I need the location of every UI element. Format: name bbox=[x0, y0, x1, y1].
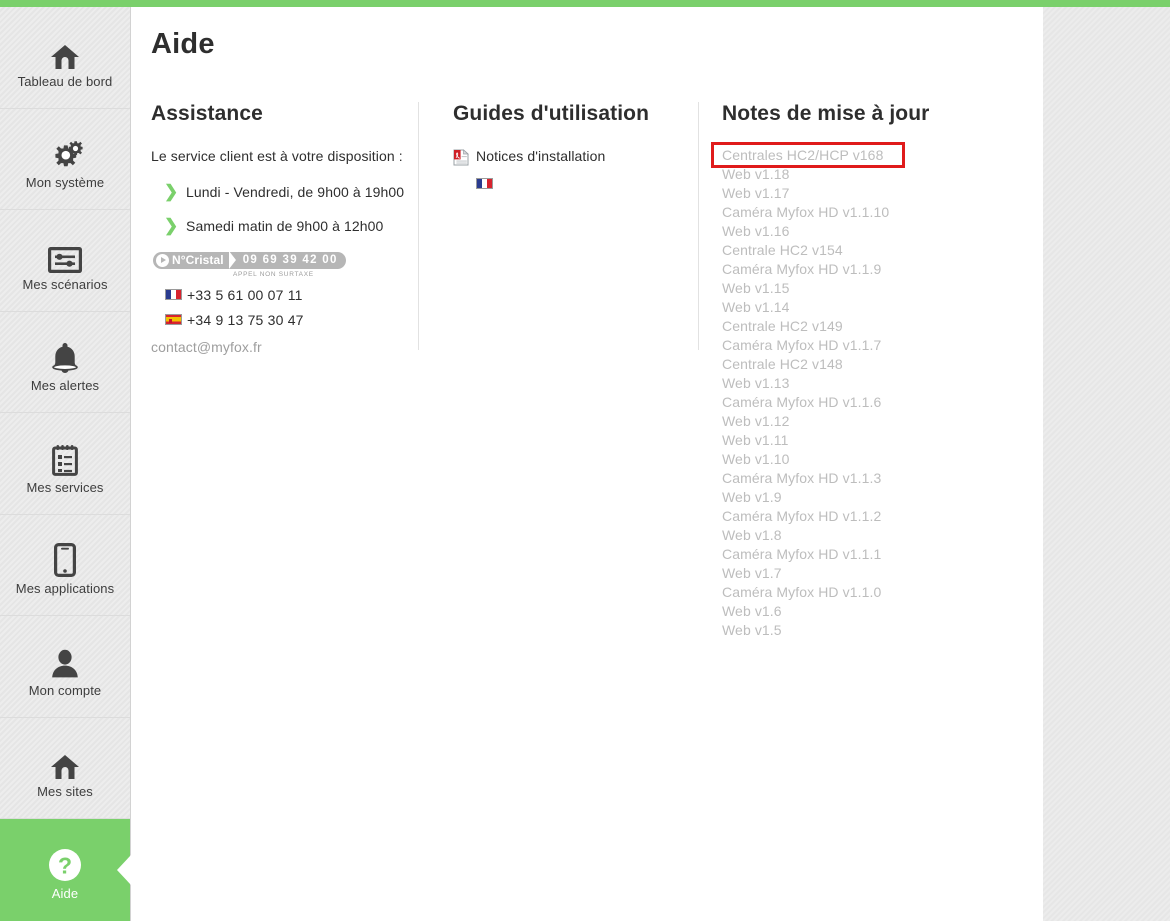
release-note-link[interactable]: Caméra Myfox HD v1.1.0 bbox=[711, 583, 1011, 602]
release-note-link[interactable]: Web v1.18 bbox=[711, 165, 1011, 184]
smartphone-icon bbox=[54, 533, 76, 578]
release-note-link[interactable]: Web v1.8 bbox=[711, 526, 1011, 545]
release-note-link[interactable]: Centrales HC2/HCP v168 bbox=[711, 146, 1011, 165]
svg-text:?: ? bbox=[58, 853, 72, 879]
home-icon bbox=[50, 26, 80, 70]
assistance-phone-number: +34 9 13 75 30 47 bbox=[187, 311, 304, 328]
release-note-link[interactable]: Caméra Myfox HD v1.1.10 bbox=[711, 203, 1011, 222]
release-note-link[interactable]: Web v1.12 bbox=[711, 412, 1011, 431]
sidebar-item-label: Mes sites bbox=[37, 784, 93, 800]
sidebar-item-mes-applications[interactable]: Mes applications bbox=[0, 515, 130, 616]
sidebar-item-mon-compte[interactable]: Mon compte bbox=[0, 616, 130, 718]
release-notes-list: Centrales HC2/HCP v168 Web v1.18 Web v1.17… bbox=[711, 142, 1011, 640]
top-accent-bar bbox=[0, 0, 1170, 7]
assistance-hours-list: ❯ Lundi - Vendredi, de 9h00 à 19h00 ❯ Samed… bbox=[151, 182, 411, 236]
cristal-separator bbox=[228, 251, 236, 269]
gears-icon bbox=[47, 127, 83, 171]
release-note-link[interactable]: Caméra Myfox HD v1.1.6 bbox=[711, 393, 1011, 412]
cristal-note: APPEL NON SURTAXE bbox=[233, 270, 314, 278]
sidebar-item-label: Mon système bbox=[25, 175, 105, 191]
release-note-link[interactable]: Web v1.11 bbox=[711, 431, 1011, 450]
sidebar-item-mes-alertes[interactable]: Mes alertes bbox=[0, 312, 130, 413]
main-sidebar: Tableau de bord Mon système Mes scénarios M… bbox=[0, 7, 131, 921]
guide-item[interactable]: Notices d'installation bbox=[453, 148, 723, 171]
sidebar-item-tableau-de-bord[interactable]: Tableau de bord bbox=[0, 7, 130, 109]
cristal-name: N°Cristal bbox=[172, 253, 224, 267]
release-note-link[interactable]: Web v1.14 bbox=[711, 298, 1011, 317]
release-note-link[interactable]: Caméra Myfox HD v1.1.9 bbox=[711, 260, 1011, 279]
release-note-link[interactable]: Web v1.10 bbox=[711, 450, 1011, 469]
flag-es-icon bbox=[165, 314, 182, 325]
assistance-hours-row: ❯ Lundi - Vendredi, de 9h00 à 19h00 bbox=[151, 182, 411, 202]
release-note-link[interactable]: Centrale HC2 v149 bbox=[711, 317, 1011, 336]
cristal-number: 09 69 39 42 00 bbox=[242, 254, 338, 266]
pdf-icon bbox=[453, 148, 476, 171]
assistance-heading: Assistance bbox=[151, 102, 263, 125]
assistance-phone-number: +33 5 61 00 07 11 bbox=[187, 286, 303, 303]
assistance-intro: Le service client est à votre dispositio… bbox=[151, 148, 403, 164]
sidebar-item-label: Mes services bbox=[26, 479, 104, 495]
sidebar-item-mes-sc-narios[interactable]: Mes scénarios bbox=[0, 210, 130, 312]
content-panel: Aide Assistance Le service client est à … bbox=[131, 7, 1043, 921]
chevron-right-icon: ❯ bbox=[164, 182, 179, 201]
question-icon: ? bbox=[48, 838, 82, 882]
bell-icon bbox=[51, 330, 79, 374]
active-pointer-notch bbox=[117, 854, 131, 885]
release-note-link[interactable]: Caméra Myfox HD v1.1.1 bbox=[711, 545, 1011, 564]
release-note-link[interactable]: Caméra Myfox HD v1.1.7 bbox=[711, 336, 1011, 355]
release-note-link[interactable]: Web v1.9 bbox=[711, 488, 1011, 507]
sidebar-item-mes-services[interactable]: Mes services bbox=[0, 413, 130, 515]
cristal-badge: N°Cristal 09 69 39 42 00 bbox=[153, 251, 346, 269]
sidebar-item-label: Aide bbox=[51, 886, 79, 902]
sliders-icon bbox=[48, 229, 82, 273]
assistance-phone-row: +34 9 13 75 30 47 bbox=[151, 312, 411, 328]
assistance-section: Assistance Le service client est à votre… bbox=[151, 102, 411, 355]
sidebar-item-aide[interactable]: ? Aide bbox=[0, 819, 131, 921]
release-notes-heading: Notes de mise à jour bbox=[722, 102, 930, 125]
assistance-hours-text: Lundi - Vendredi, de 9h00 à 19h00 bbox=[186, 184, 405, 200]
home-icon bbox=[50, 736, 80, 780]
user-icon bbox=[51, 635, 79, 679]
guide-item-label: Notices d'installation bbox=[476, 148, 606, 164]
sidebar-item-label: Mes applications bbox=[15, 581, 115, 597]
guide-language-flag-fr[interactable] bbox=[476, 176, 723, 194]
guides-heading: Guides d'utilisation bbox=[453, 102, 650, 125]
release-note-link[interactable]: Web v1.7 bbox=[711, 564, 1011, 583]
release-note-link[interactable]: Web v1.17 bbox=[711, 184, 1011, 203]
release-notes-section: Notes de mise à jour Centrales HC2/HCP v… bbox=[711, 102, 1011, 640]
play-icon bbox=[156, 253, 169, 267]
assistance-phone-list: +33 5 61 00 07 11 +34 9 13 75 30 47 bbox=[151, 287, 411, 328]
sidebar-item-label: Mes alertes bbox=[30, 378, 100, 394]
assistance-hours-text: Samedi matin de 9h00 à 12h00 bbox=[186, 218, 384, 234]
release-note-link[interactable]: Centrale HC2 v148 bbox=[711, 355, 1011, 374]
sidebar-item-mes-sites[interactable]: Mes sites bbox=[0, 718, 130, 819]
flag-fr-icon bbox=[165, 289, 182, 300]
sidebar-item-label: Tableau de bord bbox=[17, 73, 113, 89]
release-note-link[interactable]: Centrale HC2 v154 bbox=[711, 241, 1011, 260]
release-note-link[interactable]: Web v1.5 bbox=[711, 621, 1011, 640]
release-note-link[interactable]: Web v1.15 bbox=[711, 279, 1011, 298]
guides-section: Guides d'utilisation Notices d'installat… bbox=[453, 102, 723, 194]
cristal-badge-wrapper: N°Cristal 09 69 39 42 00 APPEL NON SURTA… bbox=[151, 250, 411, 278]
assistance-hours-row: ❯ Samedi matin de 9h00 à 12h00 bbox=[151, 216, 411, 236]
release-note-link[interactable]: Caméra Myfox HD v1.1.2 bbox=[711, 507, 1011, 526]
page-title: Aide bbox=[151, 28, 215, 60]
sidebar-item-label: Mon compte bbox=[28, 682, 102, 698]
contact-email-link[interactable]: contact@myfox.fr bbox=[151, 339, 411, 355]
chevron-right-icon: ❯ bbox=[164, 216, 179, 235]
release-note-link[interactable]: Web v1.16 bbox=[711, 222, 1011, 241]
guides-list: Notices d'installation bbox=[453, 148, 723, 194]
column-divider-1 bbox=[418, 102, 419, 350]
sidebar-item-mon-syst-me[interactable]: Mon système bbox=[0, 109, 130, 210]
clipboard-icon bbox=[51, 432, 79, 476]
sidebar-item-label: Mes scénarios bbox=[22, 276, 108, 292]
release-note-link[interactable]: Caméra Myfox HD v1.1.3 bbox=[711, 469, 1011, 488]
assistance-phone-row: +33 5 61 00 07 11 bbox=[151, 287, 411, 303]
flag-fr-icon bbox=[476, 178, 493, 189]
release-note-link[interactable]: Web v1.6 bbox=[711, 602, 1011, 621]
release-note-link[interactable]: Web v1.13 bbox=[711, 374, 1011, 393]
